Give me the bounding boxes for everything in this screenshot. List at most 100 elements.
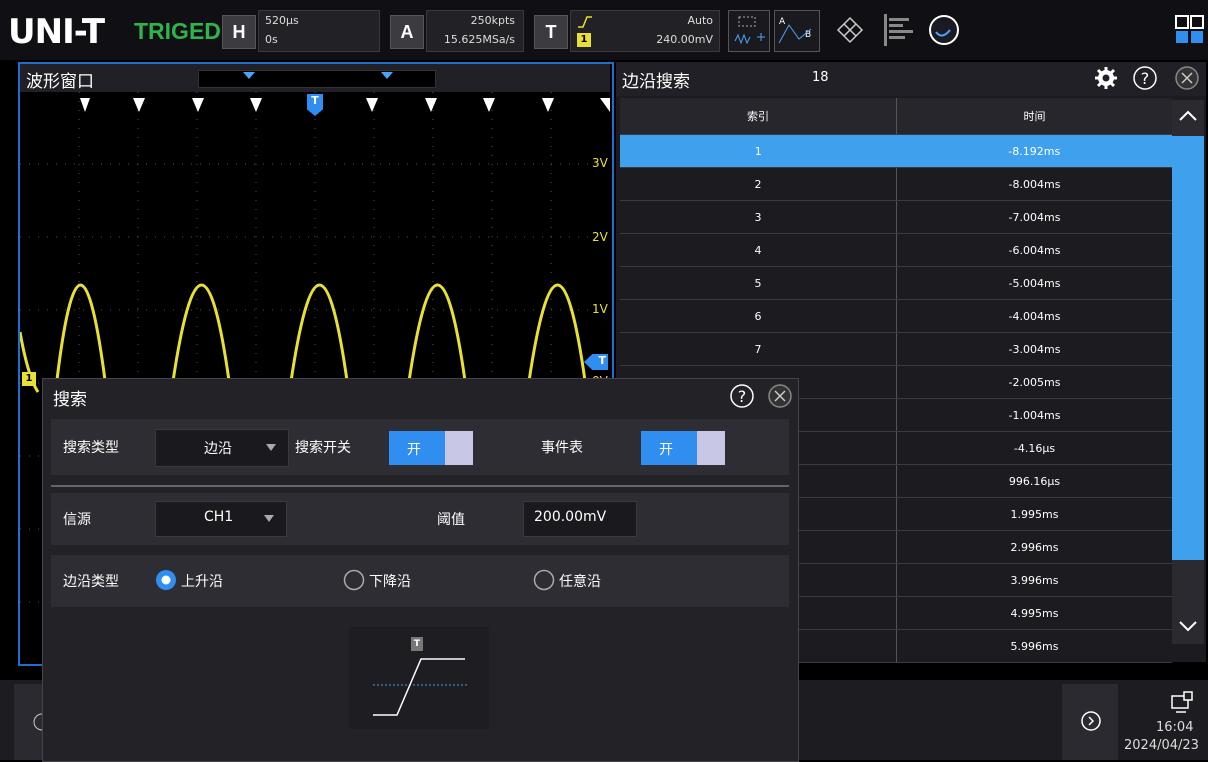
column-header-time[interactable]: 时间	[896, 98, 1172, 135]
radio-unselected-icon	[533, 569, 555, 591]
histogram-icon[interactable]	[878, 10, 918, 50]
table-row[interactable]: 7 -3.004ms	[620, 332, 1172, 366]
edge-type-label: 边沿类型	[63, 574, 119, 590]
network-icon[interactable]	[1170, 690, 1194, 714]
toggle-knob	[445, 431, 473, 465]
row-index: 4	[620, 233, 897, 267]
source-row: 信源 CH1 阈值 200.00mV	[51, 493, 789, 545]
search-switch-value: 开	[407, 442, 421, 458]
threshold-input[interactable]: 200.00mV	[523, 501, 637, 537]
edge-falling-radio[interactable]: 下降沿	[343, 567, 463, 593]
svg-text:A: A	[779, 17, 786, 27]
rising-edge-diagram	[373, 658, 469, 716]
memory-position-bar[interactable]	[198, 70, 436, 88]
radio-selected-icon	[156, 570, 176, 590]
chevron-down-icon[interactable]	[1178, 620, 1198, 634]
row-time: -2.005ms	[896, 365, 1172, 399]
row-index: 7	[620, 332, 897, 366]
measure-icon[interactable]	[728, 10, 770, 52]
threshold-label: 阈值	[437, 512, 465, 528]
edge-rising-radio[interactable]: 上升沿	[155, 567, 275, 593]
svg-text:?: ?	[738, 387, 747, 406]
trigger-status: TRIGED	[134, 18, 221, 44]
trigger-pos-marker-icon	[381, 72, 393, 79]
table-row[interactable]: 2 -8.004ms	[620, 167, 1172, 201]
menu-prev-button[interactable]	[14, 684, 44, 760]
scrollbar-thumb[interactable]	[1172, 136, 1204, 560]
horizontal-button[interactable]: H	[222, 15, 256, 49]
event-table-toggle[interactable]: 开	[641, 431, 725, 465]
gear-icon[interactable]	[1094, 66, 1118, 90]
trigger-info[interactable]: 1 Auto 240.00mV	[570, 10, 720, 52]
help-icon[interactable]: ?	[1132, 65, 1158, 91]
row-index: 1	[620, 134, 897, 168]
row-time: 4.995ms	[896, 596, 1172, 630]
search-type-row: 搜索类型 边沿 搜索开关 开 事件表 开	[51, 419, 789, 475]
waveform-window-header: 波形窗口	[20, 64, 610, 92]
menu-next-button[interactable]	[1062, 684, 1118, 760]
trigger-channel-badge: 1	[577, 33, 591, 47]
edge-diagram: T	[349, 627, 489, 729]
sample-rate: 15.625MSa/s	[443, 33, 515, 46]
layout-icon[interactable]	[1174, 14, 1204, 46]
column-header-index[interactable]: 索引	[620, 98, 897, 135]
zoom-icon[interactable]	[830, 10, 870, 50]
row-time: -1.004ms	[896, 398, 1172, 432]
dropdown-arrow-icon	[264, 515, 274, 522]
source-dropdown[interactable]: CH1	[155, 501, 287, 537]
source-value: CH1	[204, 509, 234, 525]
table-scrollbar[interactable]	[1172, 100, 1204, 644]
search-type-dropdown[interactable]: 边沿	[155, 429, 289, 467]
clock-date: 2024/04/23	[1124, 738, 1199, 753]
table-row[interactable]: 1 -8.192ms	[620, 134, 1172, 168]
search-type-value: 边沿	[204, 441, 232, 457]
cursor-icon[interactable]: AB	[774, 10, 820, 52]
search-dialog: 搜索 ? 搜索类型 边沿 搜索开关 开 事件表 开 信源 CH1 阈值 200.…	[42, 378, 799, 762]
rising-edge-icon	[578, 16, 592, 28]
edge-any-radio[interactable]: 任意沿	[533, 567, 653, 593]
radio-unselected-icon	[343, 569, 365, 591]
row-time: -5.004ms	[896, 266, 1172, 300]
row-time: 5.996ms	[896, 629, 1172, 663]
scale-1v: 1V	[592, 302, 608, 316]
row-time: -4.004ms	[896, 299, 1172, 333]
help-icon[interactable]: ?	[729, 383, 755, 409]
view-marker-icon	[243, 72, 255, 79]
acquire-info[interactable]: 250kpts 15.625MSa/s	[426, 10, 524, 52]
memory-depth: 250kpts	[470, 14, 515, 27]
trigger-button[interactable]: T	[534, 15, 568, 49]
row-time: 2.996ms	[896, 530, 1172, 564]
row-time: -8.192ms	[896, 134, 1172, 168]
close-icon[interactable]	[767, 383, 793, 409]
row-time: -8.004ms	[896, 167, 1172, 201]
search-switch-toggle[interactable]: 开	[389, 431, 473, 465]
edge-type-row: 边沿类型 上升沿 下降沿 任意沿	[51, 555, 789, 607]
horizontal-offset: 0s	[265, 33, 278, 46]
acquire-button[interactable]: A	[390, 15, 424, 49]
divider	[51, 485, 789, 487]
waveform-window-title: 波形窗口	[26, 72, 94, 92]
row-time: 1.995ms	[896, 497, 1172, 531]
clock-time: 16:04	[1156, 720, 1194, 735]
table-row[interactable]: 3 -7.004ms	[620, 200, 1172, 234]
search-dialog-title: 搜索	[53, 390, 87, 410]
table-row[interactable]: 5 -5.004ms	[620, 266, 1172, 300]
ch1-offset-marker[interactable]: 1	[22, 372, 36, 386]
edge-rising-label: 上升沿	[181, 574, 223, 590]
row-index: 3	[620, 200, 897, 234]
row-time: -7.004ms	[896, 200, 1172, 234]
top-status-bar: UNI-T TRIGED H 520µs 0s A 250kpts 15.625…	[0, 0, 1208, 60]
table-row[interactable]: 4 -6.004ms	[620, 233, 1172, 267]
chevron-up-icon[interactable]	[1178, 108, 1198, 122]
horizontal-info[interactable]: 520µs 0s	[258, 10, 380, 52]
event-count: 18	[812, 70, 829, 85]
brand-logo: UNI-T	[8, 12, 105, 52]
dropdown-arrow-icon	[266, 444, 276, 451]
row-time: -6.004ms	[896, 233, 1172, 267]
ch1-waveform	[20, 283, 588, 393]
close-icon[interactable]	[1174, 65, 1200, 91]
search-switch-label: 搜索开关	[295, 440, 351, 456]
scale-2v: 2V	[592, 230, 608, 244]
table-row[interactable]: 6 -4.004ms	[620, 299, 1172, 333]
search-icon[interactable]	[924, 10, 964, 50]
